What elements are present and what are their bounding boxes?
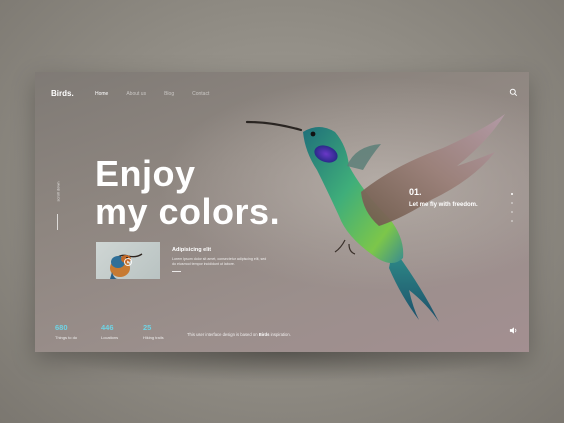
footer-suffix: inspiration. (270, 332, 291, 337)
pager-dot[interactable] (511, 211, 513, 213)
landing-card: Birds. Home About us Blog Contact scroll… (35, 72, 529, 352)
hero-line-2: my colors. (95, 191, 281, 232)
pager-dot[interactable] (511, 193, 513, 195)
stat-locations: 446 Locations (101, 323, 118, 340)
slide-pager (511, 193, 513, 222)
card-shadow (44, 352, 520, 382)
nav-home[interactable]: Home (95, 91, 108, 97)
nav-contact[interactable]: Contact (192, 91, 209, 97)
search-icon[interactable] (509, 88, 518, 97)
article-excerpt: Lorem ipsum dolor sit amet, consectetur … (172, 257, 267, 267)
brand-logo[interactable]: Birds. (51, 89, 74, 98)
footer-prefix: This user interface design is based on (187, 332, 258, 337)
nav-about-us[interactable]: About us (126, 91, 146, 97)
scroll-down-label: scroll down (55, 181, 61, 202)
stat-value: 25 (143, 323, 152, 332)
stat-label: Things to do (55, 335, 78, 340)
nav-blog[interactable]: Blog (164, 91, 174, 97)
slide-caption: Let me fly with freedom. (409, 202, 478, 208)
hero-line-1: Enjoy (95, 153, 196, 194)
footer-credit: This user interface design is based on B… (187, 332, 291, 337)
stat-label: Hiking trails (143, 335, 164, 340)
slide-number: 01. (409, 187, 422, 197)
volume-icon[interactable] (509, 326, 518, 335)
pager-dot[interactable] (511, 220, 513, 222)
footer-brand: Birds (258, 332, 270, 337)
article-divider (172, 271, 181, 272)
pager-dot[interactable] (511, 202, 513, 204)
hummingbird-illustration (245, 114, 505, 322)
stat-label: Locations (101, 335, 119, 340)
stat-things-to-do: 680 Things to do (55, 323, 77, 340)
stat-value: 446 (101, 323, 114, 332)
hero-heading: Enjoy my colors. (95, 155, 280, 231)
stat-hiking-trails: 25 Hiking trails (143, 323, 164, 340)
play-icon[interactable] (124, 258, 132, 266)
stat-value: 680 (55, 323, 68, 332)
main-nav: Home About us Blog Contact (95, 91, 227, 97)
scroll-indicator-line (57, 214, 58, 230)
article-title[interactable]: Adipisicing elit (172, 247, 211, 253)
